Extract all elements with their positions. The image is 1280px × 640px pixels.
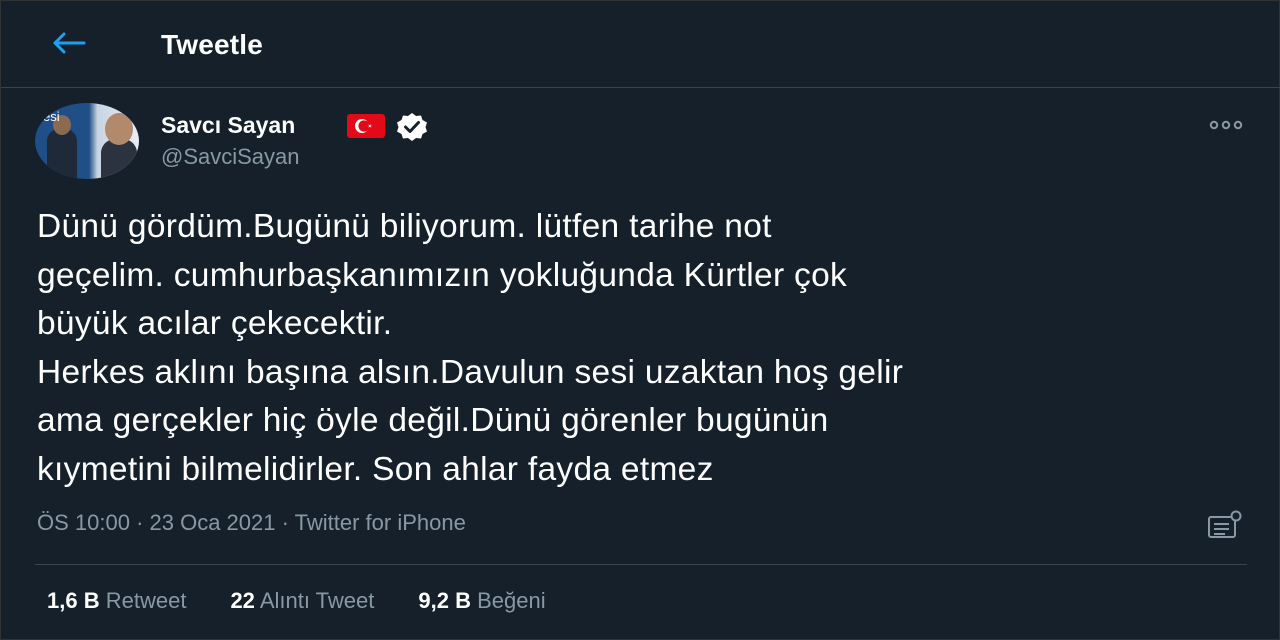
tweet-date[interactable]: 23 Oca 2021 xyxy=(150,510,276,535)
meta-separator: · xyxy=(275,510,295,535)
page-header: Tweetle xyxy=(1,1,1280,88)
author-name[interactable]: Savcı Sayan xyxy=(161,112,295,139)
arrow-left-icon xyxy=(53,32,86,54)
author-handle[interactable]: @SavciSayan xyxy=(161,144,300,170)
more-options-button[interactable] xyxy=(1205,113,1249,137)
analytics-button[interactable] xyxy=(1205,509,1245,541)
tweet-time[interactable]: ÖS 10:00 xyxy=(37,510,130,535)
stat-count: 9,2 B xyxy=(418,588,471,613)
like-count[interactable]: 9,2 B Beğeni xyxy=(418,588,545,614)
analytics-icon xyxy=(1208,510,1242,538)
stat-count: 22 xyxy=(230,588,255,613)
stat-label: Beğeni xyxy=(477,588,546,613)
meta-separator: · xyxy=(129,510,150,535)
tweet-source-link[interactable]: Twitter for iPhone xyxy=(295,510,466,535)
stat-count: 1,6 B xyxy=(47,588,100,613)
retweet-count[interactable]: 1,6 B Retweet xyxy=(47,588,186,614)
tweet-text: Dünü gördüm.Bugünü biliyorum. lütfen tar… xyxy=(37,208,904,488)
verified-badge-icon xyxy=(395,112,429,142)
avatar-person-left xyxy=(47,129,77,179)
engagement-stats: 1,6 B Retweet 22 Alıntı Tweet 9,2 B Beğe… xyxy=(47,588,590,614)
stats-divider xyxy=(35,564,1247,565)
tweet-metadata: ÖS 10:00 · 23 Oca 2021 · Twitter for iPh… xyxy=(37,510,466,536)
avatar-text: esi xyxy=(43,109,60,124)
avatar-person-right xyxy=(101,139,137,179)
back-button[interactable] xyxy=(49,27,89,59)
turkish-flag-icon xyxy=(347,114,385,138)
avatar-head-right xyxy=(105,113,133,145)
tweet-page: Tweetle esi Savcı Sayan @SavciSayan Dünü… xyxy=(0,0,1280,640)
stat-label: Retweet xyxy=(105,588,187,613)
more-horizontal-icon xyxy=(1209,120,1243,130)
quote-tweet-count[interactable]: 22 Alıntı Tweet xyxy=(230,588,374,614)
stat-label: Alıntı Tweet xyxy=(259,588,375,613)
avatar[interactable]: esi xyxy=(35,103,139,179)
page-title: Tweetle xyxy=(161,29,264,60)
